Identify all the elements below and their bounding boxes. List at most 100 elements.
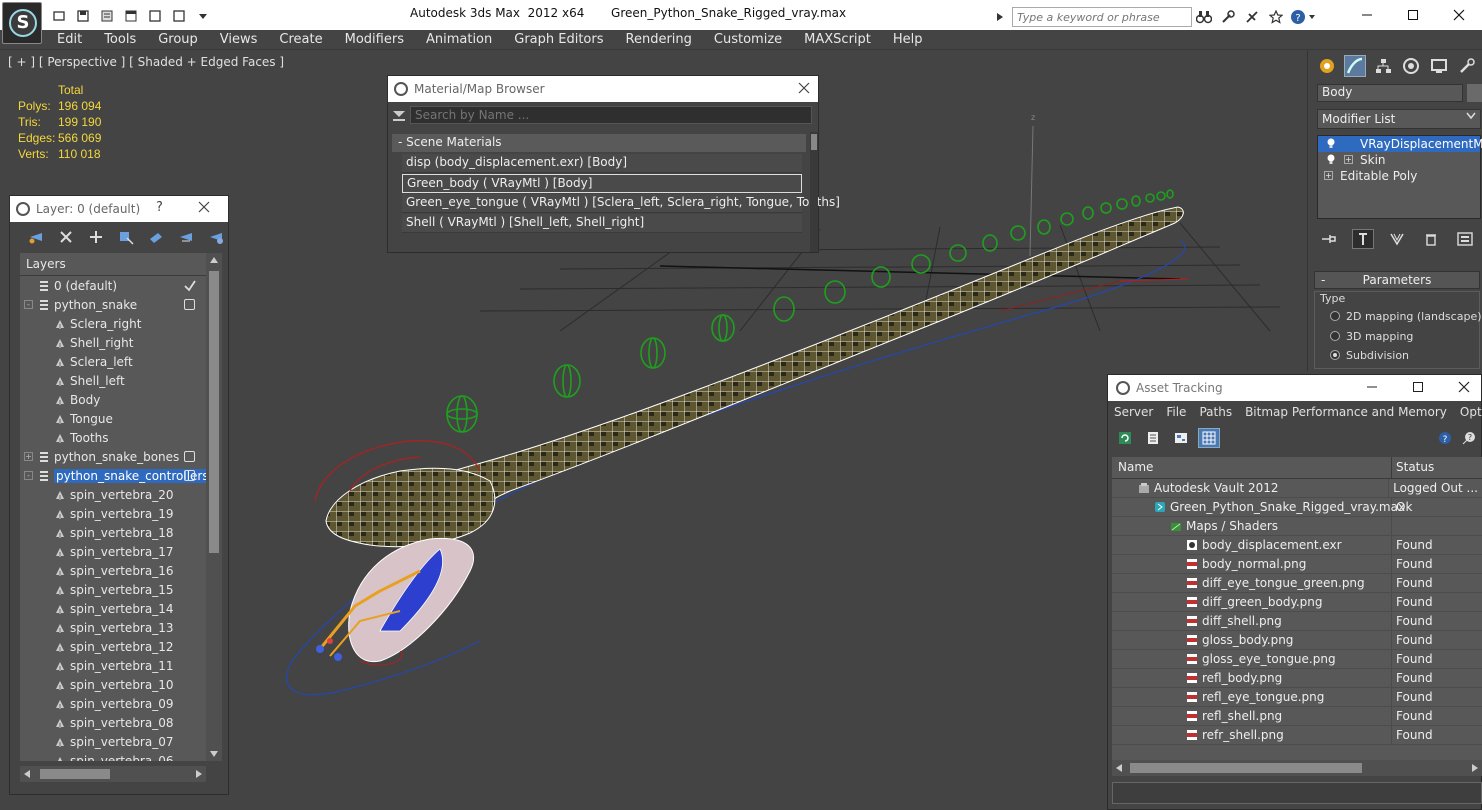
- layer-tree-horizontal-scrollbar[interactable]: [20, 766, 206, 782]
- layer-row[interactable]: spin_vertebra_17: [20, 542, 216, 561]
- asset-menu-file[interactable]: File: [1166, 405, 1186, 419]
- material-item[interactable]: Green_body ( VRayMtl ) [Body]: [402, 174, 802, 193]
- asset-row[interactable]: refr_shell.png Found: [1112, 726, 1482, 745]
- modifier-stack-item[interactable]: + Editable Poly: [1318, 168, 1480, 184]
- asset-row[interactable]: Maps / Shaders: [1112, 517, 1482, 536]
- layer-row[interactable]: Sclera_right: [20, 314, 216, 333]
- tools-icon[interactable]: [1216, 7, 1240, 27]
- layer-row[interactable]: - python_snake_controllers: [20, 466, 216, 485]
- delete-layer-icon[interactable]: [54, 226, 78, 248]
- make-unique-icon[interactable]: [1386, 229, 1408, 249]
- scene-materials-group[interactable]: - Scene Materials: [392, 134, 806, 152]
- asset-tracking-titlebar[interactable]: Asset Tracking: [1108, 375, 1481, 401]
- binoculars-icon[interactable]: [1192, 7, 1216, 27]
- show-end-result-icon[interactable]: [1352, 229, 1374, 249]
- radio-button[interactable]: [1330, 350, 1340, 360]
- expand-toggle[interactable]: +: [1324, 171, 1333, 180]
- scrollbar-thumb[interactable]: [1130, 763, 1362, 773]
- maximize-button[interactable]: [1390, 0, 1436, 30]
- asset-menu-server[interactable]: Server: [1114, 405, 1153, 419]
- help-icon[interactable]: ?: [1434, 428, 1456, 448]
- viewport-label[interactable]: [ + ] [ Perspective ] [ Shaded + Edged F…: [8, 55, 284, 69]
- favorites-star-icon[interactable]: [1264, 7, 1288, 27]
- layer-tree[interactable]: Layers 0 (default) - python_snake Sclera_ri…: [20, 253, 216, 761]
- asset-row[interactable]: body_displacement.exr Found: [1112, 536, 1482, 555]
- layer-row[interactable]: spin_vertebra_18: [20, 523, 216, 542]
- utilities-tab-icon[interactable]: [1456, 55, 1478, 77]
- layer-visibility-checkbox[interactable]: [184, 451, 195, 462]
- asset-table[interactable]: Name Status Autodesk Vault 2012 Logged Ou…: [1112, 457, 1482, 760]
- list-view-icon[interactable]: [1142, 428, 1164, 448]
- object-name-field[interactable]: Body: [1317, 84, 1463, 102]
- menu-tools[interactable]: Tools: [93, 32, 147, 47]
- layer-row[interactable]: spin_vertebra_13: [20, 618, 216, 637]
- expand-toggle[interactable]: -: [24, 300, 33, 309]
- expand-toggle[interactable]: -: [24, 471, 33, 480]
- pin-stack-icon[interactable]: [1318, 229, 1340, 249]
- expand-toggle[interactable]: +: [24, 452, 33, 461]
- create-layer-icon[interactable]: [24, 226, 48, 248]
- material-item[interactable]: Green_eye_tongue ( VRayMtl ) [Sclera_lef…: [402, 194, 840, 213]
- layer-panel-help-button[interactable]: ?: [156, 200, 163, 215]
- new-file-icon[interactable]: [48, 6, 70, 26]
- display-tab-icon[interactable]: [1428, 55, 1450, 77]
- add-to-layer-icon[interactable]: [84, 226, 108, 248]
- application-menu-button[interactable]: S: [2, 2, 42, 44]
- asset-row[interactable]: diff_green_body.png Found: [1112, 593, 1482, 612]
- asset-row[interactable]: refl_eye_tongue.png Found: [1112, 688, 1482, 707]
- layer-row[interactable]: Body: [20, 390, 216, 409]
- lightbulb-icon[interactable]: [1326, 138, 1336, 149]
- layer-row[interactable]: spin_vertebra_11: [20, 656, 216, 675]
- hold-icon[interactable]: [120, 6, 142, 26]
- layer-row[interactable]: spin_vertebra_19: [20, 504, 216, 523]
- browser-options-icon[interactable]: [393, 111, 405, 121]
- layer-row[interactable]: spin_vertebra_14: [20, 599, 216, 618]
- menu-graph-editors[interactable]: Graph Editors: [503, 32, 614, 47]
- scrollbar-thumb[interactable]: [209, 271, 219, 553]
- motion-tab-icon[interactable]: [1400, 55, 1422, 77]
- radio-button[interactable]: [1330, 311, 1340, 321]
- layer-row[interactable]: Shell_right: [20, 333, 216, 352]
- radio-button[interactable]: [1330, 331, 1340, 341]
- column-header-name[interactable]: Name: [1112, 457, 1392, 478]
- material-search-input[interactable]: [410, 106, 812, 124]
- layer-row[interactable]: Tongue: [20, 409, 216, 428]
- layer-panel-close-button[interactable]: [198, 199, 210, 217]
- type-option-subdivision[interactable]: Subdivision: [1330, 346, 1409, 364]
- close-button[interactable]: [1458, 381, 1470, 396]
- layer-row[interactable]: spin_vertebra_16: [20, 561, 216, 580]
- modifier-stack[interactable]: VRayDisplacementMod + Skin + Editable Po…: [1317, 135, 1482, 219]
- layer-row[interactable]: spin_vertebra_10: [20, 675, 216, 694]
- menu-help[interactable]: Help: [882, 32, 934, 47]
- table-view-icon[interactable]: [1198, 428, 1220, 448]
- asset-table-horizontal-scrollbar[interactable]: [1112, 760, 1482, 776]
- remove-modifier-icon[interactable]: [1420, 229, 1442, 249]
- asset-menu-options[interactable]: Options: [1460, 405, 1482, 419]
- hide-all-layers-icon[interactable]: [174, 226, 198, 248]
- layer-visibility-checkbox[interactable]: [184, 299, 195, 310]
- layer-row[interactable]: spin_vertebra_08: [20, 713, 216, 732]
- minimize-button[interactable]: [1344, 0, 1390, 30]
- freeze-all-layers-icon[interactable]: [204, 226, 228, 248]
- layer-row[interactable]: spin_vertebra_07: [20, 732, 216, 751]
- asset-row[interactable]: Autodesk Vault 2012 Logged Out ...: [1112, 479, 1482, 498]
- refresh-icon[interactable]: [1114, 428, 1136, 448]
- modify-tab-icon[interactable]: [1344, 55, 1366, 77]
- asset-path-field[interactable]: [1112, 782, 1482, 804]
- select-objects-icon[interactable]: [114, 226, 138, 248]
- maximize-button[interactable]: [1412, 381, 1424, 396]
- material-browser-scrollbar[interactable]: [810, 132, 818, 252]
- menu-customize[interactable]: Customize: [703, 32, 793, 47]
- keyword-search-input[interactable]: [1012, 7, 1192, 27]
- layer-row[interactable]: spin_vertebra_12: [20, 637, 216, 656]
- layer-visibility-checkbox[interactable]: [184, 470, 195, 481]
- layer-row[interactable]: - python_snake: [20, 295, 216, 314]
- menu-animation[interactable]: Animation: [415, 32, 503, 47]
- layer-tree-header[interactable]: Layers: [20, 253, 216, 276]
- layer-row[interactable]: Sclera_left: [20, 352, 216, 371]
- asset-menu-bitmap-performance[interactable]: Bitmap Performance and Memory: [1245, 405, 1447, 419]
- material-browser-close-button[interactable]: [798, 80, 810, 98]
- asset-row[interactable]: refl_body.png Found: [1112, 669, 1482, 688]
- hierarchy-tab-icon[interactable]: [1372, 55, 1394, 77]
- asset-menu-paths[interactable]: Paths: [1199, 405, 1232, 419]
